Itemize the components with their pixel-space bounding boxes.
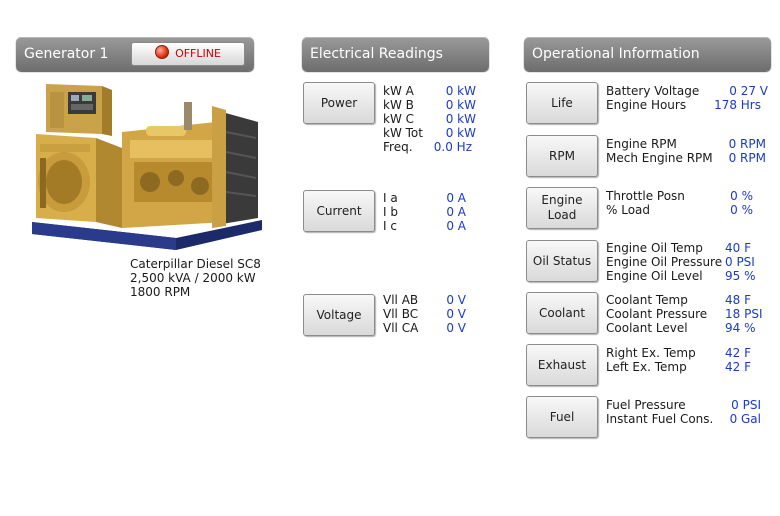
reading-value: 94 % [725, 321, 756, 335]
reading-value: 0 Gal [729, 412, 761, 426]
exhaust-button[interactable]: Exhaust [526, 344, 598, 386]
generator-image [32, 84, 262, 250]
reading-label: Coolant Pressure [606, 307, 708, 321]
fuel-button-label: Fuel [549, 409, 575, 424]
generator-caption: Caterpillar Diesel SC8 2,500 kVA / 2000 … [130, 257, 261, 299]
reading-label: Freq. [383, 140, 413, 154]
reading-value: 0 % [730, 189, 753, 203]
reading-label: Mech Engine RPM [606, 151, 713, 165]
voltage-button-label: Voltage [316, 307, 362, 322]
reading-value: 178 Hrs [714, 98, 761, 112]
reading-label: I c [383, 219, 397, 233]
reading-value: 48 F [725, 293, 751, 307]
generator-title: Generator 1 [24, 46, 109, 62]
life-button-label: Life [551, 95, 573, 110]
reading-value: 0 kW [445, 126, 476, 140]
generator-model: Caterpillar Diesel SC8 [130, 257, 261, 271]
reading-label: Battery Voltage [606, 84, 700, 98]
engine-load-button-label: Engine Load [541, 193, 583, 222]
reading-value: 0 kW [445, 112, 476, 126]
reading-value: 0 27 V [729, 84, 768, 98]
reading-label: Vll CA [383, 321, 419, 335]
engine-load-button[interactable]: Engine Load [526, 187, 598, 229]
reading-value: 0 V [446, 307, 466, 321]
reading-value: 0 V [446, 321, 466, 335]
reading-label: kW C [383, 112, 415, 126]
reading-value: 0 kW [445, 84, 476, 98]
reading-label: I a [383, 191, 398, 205]
reading-label: Engine Hours [606, 98, 687, 112]
reading-label: kW Tot [383, 126, 423, 140]
reading-value: 18 PSI [725, 307, 763, 321]
status-text: OFFLINE [175, 47, 221, 60]
coolant-button-label: Coolant [538, 305, 586, 320]
reading-label: Right Ex. Temp [606, 346, 696, 360]
exhaust-button-label: Exhaust [537, 357, 587, 372]
reading-label: Engine Oil Pressure [606, 255, 723, 269]
reading-value: 42 F [725, 360, 751, 374]
power-button-label: Power [320, 95, 358, 110]
reading-label: I b [383, 205, 398, 219]
status-indicator-icon [155, 45, 170, 59]
reading-label: Engine Oil Level [606, 269, 703, 283]
reading-label: % Load [606, 203, 651, 217]
rpm-button[interactable]: RPM [526, 135, 598, 177]
reading-value: 95 % [725, 269, 756, 283]
reading-value: 0 kW [445, 98, 476, 112]
reading-value: 0 A [446, 191, 466, 205]
reading-label: Instant Fuel Cons. [606, 412, 714, 426]
generator-rpm: 1800 RPM [130, 285, 191, 299]
reading-value: 40 F [725, 241, 751, 255]
generator-rating: 2,500 kVA / 2000 kW [130, 271, 256, 285]
reading-label: kW A [383, 84, 414, 98]
generator-header: Generator 1 OFFLINE [16, 37, 254, 71]
status-button[interactable]: OFFLINE [131, 42, 245, 66]
coolant-button[interactable]: Coolant [526, 292, 598, 334]
fuel-button[interactable]: Fuel [526, 396, 598, 438]
electrical-title: Electrical Readings [310, 46, 443, 62]
reading-value: 0 A [446, 219, 466, 233]
reading-label: Vll AB [383, 293, 419, 307]
reading-label: Left Ex. Temp [606, 360, 687, 374]
current-button[interactable]: Current [303, 190, 375, 232]
reading-value: 0 V [446, 293, 466, 307]
life-button[interactable]: Life [526, 82, 598, 124]
reading-label: Throttle Posn [606, 189, 685, 203]
oil-status-button-label: Oil Status [532, 253, 592, 268]
power-button[interactable]: Power [303, 82, 375, 124]
voltage-button[interactable]: Voltage [303, 294, 375, 336]
reading-value: 0 A [446, 205, 466, 219]
electrical-header: Electrical Readings [302, 37, 489, 71]
reading-label: Engine Oil Temp [606, 241, 703, 255]
operational-title: Operational Information [532, 46, 700, 62]
reading-label: Engine RPM [606, 137, 677, 151]
reading-value: 0 RPM [728, 151, 766, 165]
reading-value: 0 RPM [728, 137, 766, 151]
reading-value: 0 % [730, 203, 753, 217]
rpm-button-label: RPM [549, 148, 575, 163]
operational-header: Operational Information [524, 37, 771, 71]
reading-label: Coolant Temp [606, 293, 688, 307]
reading-label: Fuel Pressure [606, 398, 686, 412]
oil-status-button[interactable]: Oil Status [526, 240, 598, 282]
current-button-label: Current [316, 203, 362, 218]
reading-label: Coolant Level [606, 321, 688, 335]
reading-label: Vll BC [383, 307, 419, 321]
reading-value: 0 PSI [725, 255, 755, 269]
reading-value: 0 PSI [731, 398, 761, 412]
reading-value: 0.0 Hz [433, 140, 472, 154]
reading-label: kW B [383, 98, 414, 112]
reading-value: 42 F [725, 346, 751, 360]
